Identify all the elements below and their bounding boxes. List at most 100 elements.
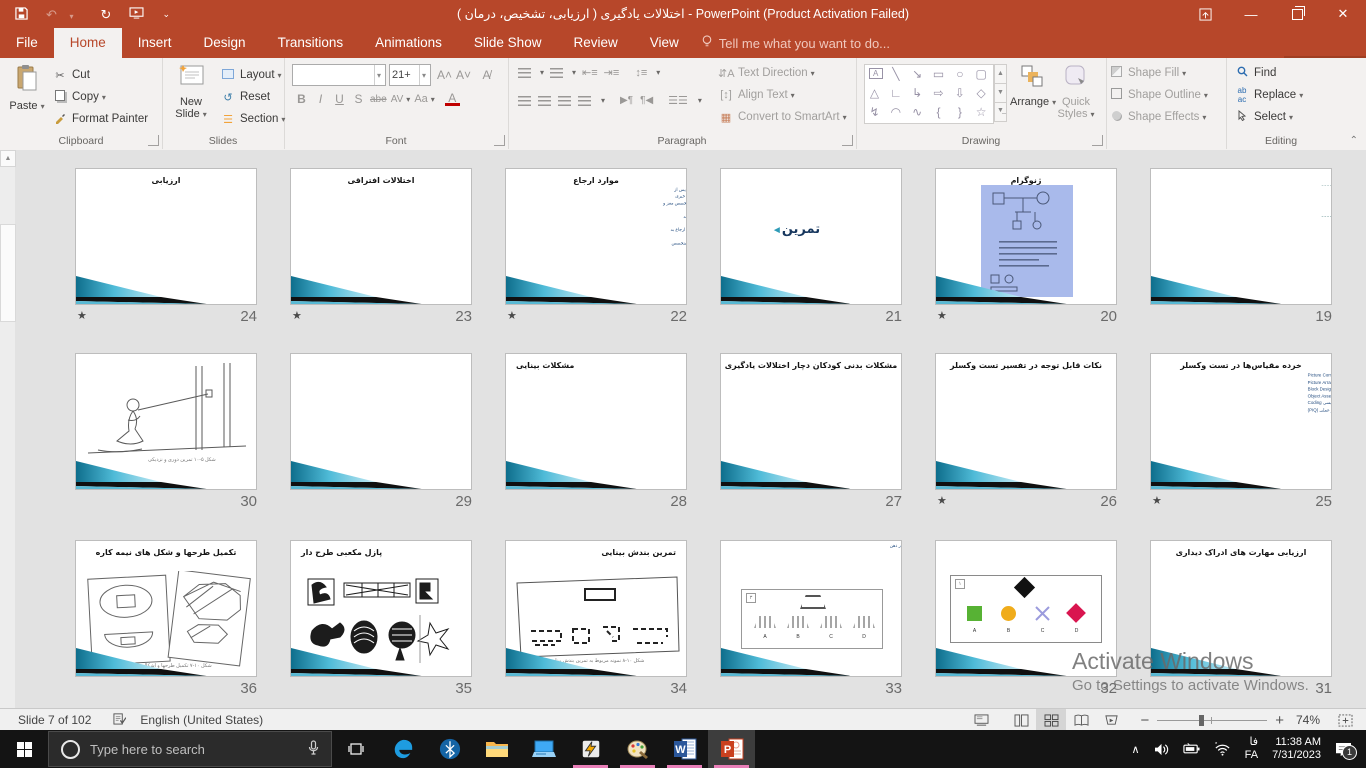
align-left-icon[interactable] — [518, 96, 531, 106]
change-case-button[interactable]: Aa▾ — [414, 93, 434, 105]
underline-button[interactable]: U — [332, 92, 347, 106]
new-slide-button[interactable]: New Slide▾ — [168, 62, 214, 121]
gallery-down-icon[interactable]: ▼ — [994, 84, 1007, 103]
slide-thumbnail[interactable]: ‹استفاده از محافظ چشم‹میله تقارب با نخ ق… — [290, 353, 472, 490]
normal-view-button[interactable] — [1006, 709, 1036, 731]
fit-to-window-icon[interactable] — [1330, 709, 1360, 731]
edge-icon[interactable] — [379, 730, 426, 768]
word-icon[interactable]: W — [661, 730, 708, 768]
shadow-button[interactable]: S — [351, 92, 366, 106]
tray-chevron-icon[interactable]: ∧ — [1132, 743, 1140, 756]
align-text-button[interactable]: [↕]Align Text▾ — [718, 84, 847, 106]
taskbar-search-input[interactable]: Type here to search — [48, 731, 332, 767]
wifi-icon[interactable]: * — [1214, 742, 1231, 756]
start-button[interactable] — [0, 730, 48, 768]
scribble-shape-icon[interactable]: ↯ — [865, 104, 884, 121]
clear-formatting-icon[interactable]: A̸ — [479, 68, 494, 82]
arrange-button[interactable]: Arrange▾ — [1010, 62, 1054, 108]
slide-thumbnail[interactable]: خرده مقیاس‌ها در تست وکسلر‹ اطلاعات Info… — [1150, 353, 1332, 490]
curve-shape-icon[interactable]: ∿ — [908, 104, 927, 121]
gallery-more-icon[interactable]: ▼̲ — [994, 103, 1007, 122]
justify-icon[interactable] — [578, 96, 591, 106]
slide-thumbnail[interactable]: تمرین بندش بیناییشکل ۱۰-۸ نمونه مربوط به… — [505, 540, 687, 677]
file-explorer-icon[interactable] — [473, 730, 520, 768]
reset-button[interactable]: ↺Reset — [220, 86, 285, 108]
line-shape-icon[interactable]: ╲ — [886, 65, 905, 82]
language-indicator[interactable]: English (United States) — [140, 713, 263, 727]
shape-effects-button[interactable]: Shape Effects▾ — [1108, 106, 1208, 128]
arc-shape-icon[interactable]: ◠ — [886, 104, 905, 121]
decrease-indent-icon[interactable]: ⇤≡ — [582, 66, 598, 79]
copy-button[interactable]: Copy▾ — [52, 86, 148, 108]
align-right-icon[interactable] — [558, 96, 571, 106]
shape-fill-button[interactable]: Shape Fill▾ — [1108, 62, 1208, 84]
tab-design[interactable]: Design — [188, 28, 262, 58]
cut-button[interactable]: ✂Cut — [52, 64, 148, 86]
layout-button[interactable]: Layout▾ — [220, 64, 285, 86]
decrease-font-icon[interactable]: A˅ — [456, 68, 471, 82]
tab-file[interactable]: File — [0, 28, 54, 58]
font-dialog-launcher[interactable] — [494, 135, 505, 146]
font-name-combo[interactable]: ▾ — [292, 64, 386, 86]
rounded-rect-shape-icon[interactable]: ▢ — [972, 65, 991, 82]
oval-shape-icon[interactable]: ○ — [950, 65, 969, 82]
left-brace-shape-icon[interactable]: { — [929, 104, 948, 121]
bullets-icon[interactable] — [518, 68, 531, 78]
zoom-slider-thumb[interactable] — [1199, 715, 1204, 726]
slide-thumbnail[interactable]: تمرین◄ — [720, 168, 902, 305]
paste-button[interactable]: Paste▾ — [4, 62, 50, 112]
slide-thumbnail[interactable]: ارزیابی‹آزمونهای غربالگری احساسیت شنوایی… — [75, 168, 257, 305]
gallery-up-icon[interactable]: ▲ — [994, 64, 1007, 84]
clipboard-dialog-launcher[interactable] — [148, 135, 159, 146]
find-button[interactable]: Find — [1234, 62, 1303, 84]
zoom-in-icon[interactable]: + — [1275, 712, 1284, 729]
action-center-icon[interactable]: 1 — [1335, 742, 1352, 757]
down-arrow-shape-icon[interactable]: ⇩ — [950, 84, 969, 101]
replace-button[interactable]: abacReplace▾ — [1234, 84, 1303, 106]
language-switcher[interactable]: فاFA — [1245, 736, 1258, 762]
ltr-icon[interactable]: ▶¶ — [620, 95, 633, 106]
section-button[interactable]: ☰Section▾ — [220, 108, 285, 130]
bluetooth-icon[interactable] — [426, 730, 473, 768]
arrow-shape-icon[interactable]: ↘ — [908, 65, 927, 82]
slide-thumbnail[interactable]: ژنوگرام — [935, 168, 1117, 305]
slide-thumbnail[interactable]: اختلالات افتراقی‹ADHD‹اوتیسم و آسپرگر‹عق… — [290, 168, 472, 305]
bold-button[interactable]: B — [294, 92, 309, 106]
zoom-out-icon[interactable]: − — [1140, 712, 1149, 729]
rectangle-shape-icon[interactable]: ▭ — [929, 65, 948, 82]
strikethrough-button[interactable]: abe — [370, 94, 387, 105]
slide-thumbnail[interactable]: ‹اعتماد به نفس کودک خود را چگونه ارزیابی… — [1150, 168, 1332, 305]
paint-icon[interactable] — [614, 730, 661, 768]
textbox-shape-icon[interactable]: A — [869, 68, 883, 79]
ribbon-display-options-icon[interactable] — [1182, 0, 1228, 28]
line-spacing-icon[interactable]: ↕≡ — [635, 67, 647, 79]
slideshow-view-button[interactable] — [1096, 709, 1126, 731]
rtl-icon[interactable]: ¶◀ — [640, 95, 653, 106]
elbow-arrow-shape-icon[interactable]: ↳ — [908, 84, 927, 101]
right-arrow-shape-icon[interactable]: ⇨ — [929, 84, 948, 101]
italic-button[interactable]: I — [313, 92, 328, 106]
tab-transitions[interactable]: Transitions — [262, 28, 360, 58]
task-view-button[interactable] — [332, 730, 379, 768]
shapes-gallery[interactable]: A ╲ ↘ ▭ ○ ▢ △ ∟ ↳ ⇨ ⇩ ◇ ↯ ◠ ∿ { } ☆ — [864, 64, 994, 124]
right-brace-shape-icon[interactable]: } — [950, 104, 969, 121]
star-shape-icon[interactable]: ☆ — [972, 104, 991, 121]
tab-animations[interactable]: Animations — [359, 28, 458, 58]
select-button[interactable]: Select▾ — [1234, 106, 1303, 128]
spellcheck-icon[interactable] — [113, 712, 126, 728]
volume-icon[interactable] — [1154, 743, 1169, 756]
font-size-combo[interactable]: 21+▾ — [389, 64, 431, 86]
zoom-level[interactable]: 74% — [1296, 713, 1320, 727]
diamond-shape-icon[interactable]: ◇ — [972, 84, 991, 101]
increase-indent-icon[interactable]: ⇥≡ — [604, 66, 620, 79]
tab-view[interactable]: View — [634, 28, 695, 58]
format-painter-button[interactable]: Format Painter — [52, 108, 148, 130]
align-center-icon[interactable] — [538, 96, 551, 106]
scrollbar-thumb[interactable] — [0, 224, 16, 322]
paragraph-dialog-launcher[interactable] — [842, 135, 853, 146]
clock[interactable]: 11:38 AM7/31/2023 — [1272, 736, 1321, 762]
notes-button[interactable] — [966, 709, 996, 731]
elbow-shape-icon[interactable]: ∟ — [886, 84, 905, 101]
tab-insert[interactable]: Insert — [122, 28, 188, 58]
tab-review[interactable]: Review — [557, 28, 633, 58]
